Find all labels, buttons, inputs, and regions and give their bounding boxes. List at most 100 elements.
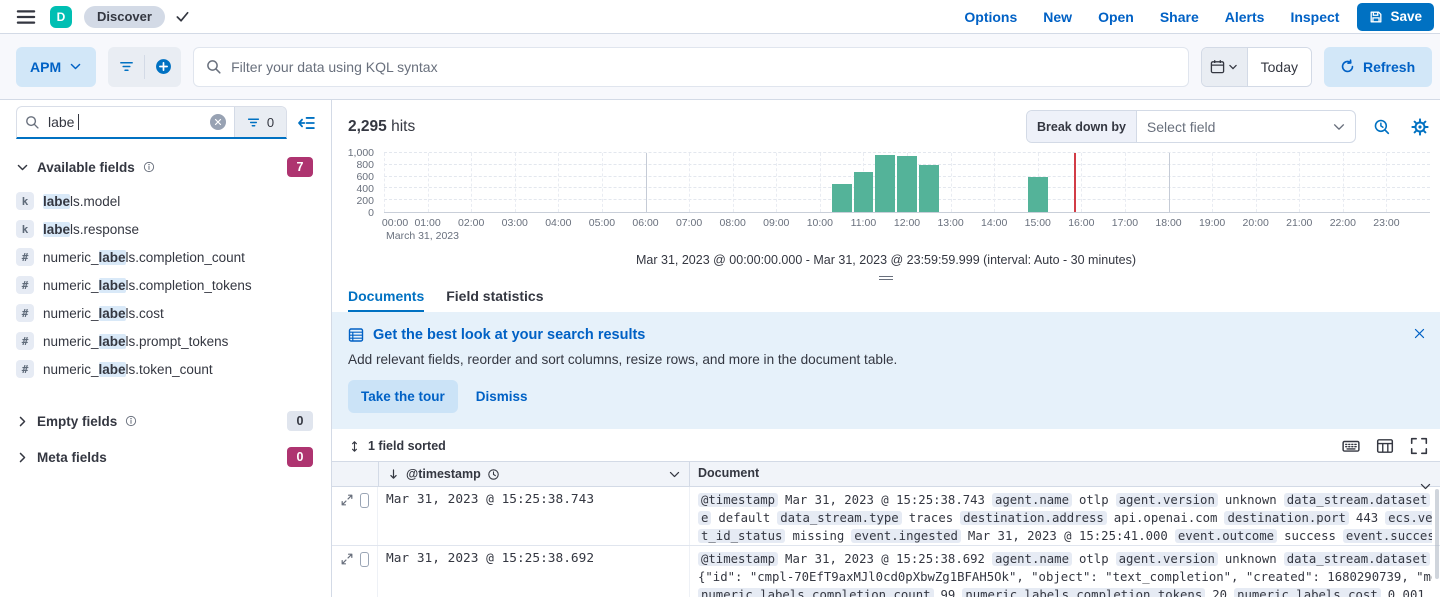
field-name: numeric_labels.completion_count	[43, 250, 245, 265]
dismiss-link[interactable]: Dismiss	[476, 389, 528, 404]
document-cell: @timestampMar 31, 2023 @ 15:25:38.743age…	[690, 487, 1440, 545]
field-filter-count-button[interactable]: 0	[234, 107, 286, 137]
histogram-bar[interactable]	[854, 172, 874, 212]
document-cell: @timestampMar 31, 2023 @ 15:25:38.692age…	[690, 546, 1440, 597]
nav-share[interactable]: Share	[1160, 9, 1199, 25]
search-icon	[25, 115, 40, 130]
table-body: Mar 31, 2023 @ 15:25:38.743@timestampMar…	[332, 487, 1440, 597]
x-tick-label: 09:00	[763, 217, 789, 229]
document-column-header[interactable]: Document	[690, 462, 1440, 486]
y-tick-label: 400	[332, 183, 374, 195]
field-item[interactable]: # numeric_labels.completion_count	[16, 243, 321, 271]
histogram-bar[interactable]	[1028, 177, 1048, 212]
x-tick-label: 19:00	[1199, 217, 1225, 229]
field-name-pill: agent.name	[992, 493, 1072, 507]
field-name: numeric_labels.prompt_tokens	[43, 334, 228, 349]
field-name-pill: @timestamp	[698, 552, 778, 566]
field-item[interactable]: #numeric_labels.token_count	[16, 355, 321, 383]
main-panel: 2,295 hits Break down by Select field	[332, 100, 1440, 597]
field-item[interactable]: # numeric_labels.cost	[16, 299, 321, 327]
x-tick-label: 23:00	[1373, 217, 1399, 229]
tab-documents[interactable]: Documents	[348, 284, 424, 312]
field-type-badge: #	[16, 304, 34, 322]
nav-inspect[interactable]: Inspect	[1290, 9, 1339, 25]
table-scrollbar[interactable]	[1435, 489, 1439, 579]
tab-field-statistics[interactable]: Field statistics	[446, 284, 543, 312]
expand-row-icon[interactable]	[340, 492, 354, 507]
x-tick-label: 22:00	[1330, 217, 1356, 229]
field-name: numeric_labels.cost	[43, 306, 164, 321]
field-name-pill: event.success_count	[1343, 529, 1432, 543]
available-fields-header[interactable]: Available fields 7	[16, 157, 321, 177]
nav-alerts[interactable]: Alerts	[1225, 9, 1265, 25]
current-time-marker	[1074, 153, 1076, 212]
sorted-fields-button[interactable]: 1 field sorted	[348, 439, 446, 453]
take-tour-button[interactable]: Take the tour	[348, 380, 458, 413]
filter-icon	[247, 116, 260, 129]
field-type-badge: k	[16, 192, 34, 210]
data-view-picker[interactable]: APM	[16, 47, 96, 87]
callout-title: Get the best look at your search results	[373, 327, 645, 343]
nav-open[interactable]: Open	[1098, 9, 1134, 25]
field-item[interactable]: klabels.response	[16, 215, 321, 243]
timestamp-column-header[interactable]: @timestamp	[378, 462, 690, 486]
breadcrumb[interactable]: Discover	[84, 6, 165, 28]
histogram-bar[interactable]	[875, 155, 895, 212]
document-line: @timestampMar 31, 2023 @ 15:25:38.743age…	[698, 491, 1432, 509]
histogram-bar[interactable]	[919, 165, 939, 212]
close-icon[interactable]	[1408, 322, 1430, 344]
clear-search-icon[interactable]	[210, 114, 226, 130]
nav-new[interactable]: New	[1043, 9, 1072, 25]
table-row: Mar 31, 2023 @ 15:25:38.692@timestampMar…	[332, 546, 1440, 597]
histogram-bar[interactable]	[832, 184, 852, 212]
gear-icon[interactable]	[1408, 115, 1432, 139]
field-item[interactable]: #numeric_labels.prompt_tokens	[16, 327, 321, 355]
keyboard-shortcuts-icon[interactable]	[1342, 436, 1362, 456]
field-name-pill: t_id_status	[698, 529, 785, 543]
field-name-pill: @timestamp	[698, 493, 778, 507]
field-value: 20	[1212, 588, 1227, 597]
table-row: Mar 31, 2023 @ 15:25:38.743@timestampMar…	[332, 487, 1440, 546]
fullscreen-icon[interactable]	[1410, 436, 1430, 456]
save-button[interactable]: Save	[1357, 3, 1434, 31]
row-checkbox[interactable]	[360, 493, 369, 508]
filter-icon[interactable]	[108, 47, 144, 87]
field-value: api.openai.com	[1114, 511, 1218, 525]
chevron-down-icon[interactable]	[668, 468, 681, 481]
grid-toolbar: 1 field sorted	[332, 429, 1440, 461]
field-search-group: labe 0	[16, 106, 287, 139]
document-line: t_id_statusmissingevent.ingestedMar 31, …	[698, 527, 1432, 545]
expand-row-icon[interactable]	[340, 551, 354, 566]
histogram-bar[interactable]	[897, 156, 917, 212]
menu-icon[interactable]	[12, 3, 40, 31]
space-avatar[interactable]: D	[50, 6, 72, 28]
field-value: default	[718, 511, 770, 525]
row-checkbox[interactable]	[360, 552, 369, 567]
empty-fields-header[interactable]: Empty fields 0	[16, 411, 321, 431]
field-item[interactable]: #numeric_labels.completion_tokens	[16, 271, 321, 299]
date-range-button[interactable]: Today	[1248, 48, 1311, 86]
result-tabs: Documents Field statistics	[332, 282, 1440, 312]
kql-search-input[interactable]: Filter your data using KQL syntax	[193, 47, 1189, 87]
calendar-icon[interactable]	[1202, 48, 1248, 86]
breakdown-select[interactable]: Break down by Select field	[1026, 110, 1356, 143]
x-tick-label: 01:00	[414, 217, 440, 229]
document-line: edefaultdata_stream.typetracesdestinatio…	[698, 509, 1432, 527]
field-type-badge: #	[16, 248, 34, 266]
filter-controls	[108, 47, 181, 87]
nav-options[interactable]: Options	[964, 9, 1017, 25]
search-session-icon[interactable]	[1370, 115, 1394, 139]
plot-area[interactable]	[384, 153, 1430, 213]
add-filter-icon[interactable]	[145, 47, 181, 87]
field-search-input[interactable]: labe	[17, 107, 234, 137]
chart-resize-handle[interactable]	[879, 274, 893, 282]
meta-fields-header[interactable]: Meta fields 0	[16, 447, 321, 467]
field-type-badge: #	[16, 276, 34, 294]
x-tick-label: 17:00	[1112, 217, 1138, 229]
top-header: D Discover Options New Open Share Alerts Insp…	[0, 0, 1440, 34]
display-options-icon[interactable]	[1376, 436, 1396, 456]
collapse-sidebar-icon[interactable]	[297, 111, 321, 135]
refresh-button[interactable]: Refresh	[1324, 47, 1432, 87]
x-axis: 00:0001:0002:0003:0004:0005:0006:0007:00…	[384, 217, 1430, 230]
field-item[interactable]: klabels.model	[16, 187, 321, 215]
